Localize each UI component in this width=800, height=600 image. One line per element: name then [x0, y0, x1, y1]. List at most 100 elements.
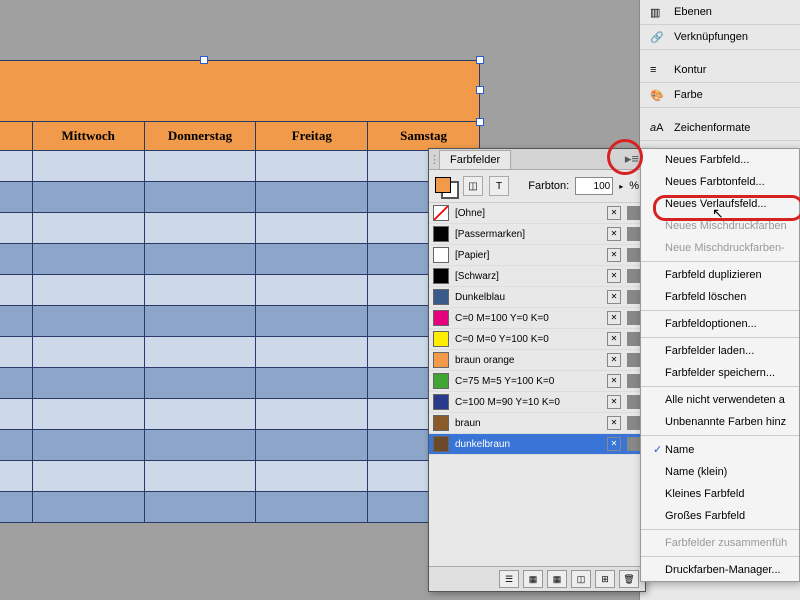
table-cell[interactable] — [145, 399, 257, 429]
table-cell[interactable] — [0, 306, 33, 336]
table-row[interactable] — [0, 182, 480, 213]
view-small-button[interactable]: ▦ — [523, 570, 543, 588]
table-cell[interactable] — [256, 337, 368, 367]
view-large-button[interactable]: ▦ — [547, 570, 567, 588]
container-format-button[interactable]: ◫ — [463, 176, 483, 196]
table-row[interactable] — [0, 492, 480, 523]
table-row[interactable] — [0, 461, 480, 492]
table-cell[interactable] — [33, 368, 145, 398]
table-cell[interactable] — [256, 275, 368, 305]
menu-item[interactable]: Farbfelder laden... — [641, 340, 799, 362]
table-cell[interactable] — [145, 182, 257, 212]
new-swatch-button[interactable]: ◫ — [571, 570, 591, 588]
table-cell[interactable] — [0, 492, 33, 522]
swatch-row[interactable]: braun✕ — [429, 413, 645, 434]
table-cell[interactable] — [145, 275, 257, 305]
table-cell[interactable] — [33, 399, 145, 429]
table-row[interactable] — [0, 306, 480, 337]
table-cell[interactable] — [0, 461, 33, 491]
swatch-row[interactable]: C=0 M=100 Y=0 K=0✕ — [429, 308, 645, 329]
panel-title[interactable]: Farbfelder — [439, 150, 511, 169]
panel-grip-icon[interactable]: ⋮ — [429, 153, 437, 166]
table-row[interactable] — [0, 430, 480, 461]
tint-input[interactable] — [575, 177, 613, 195]
table-cell[interactable] — [256, 213, 368, 243]
menu-item[interactable]: ✓Name — [641, 438, 799, 461]
table-row[interactable] — [0, 337, 480, 368]
calendar-table[interactable]: ag Mittwoch Donnerstag Freitag Samstag — [0, 60, 480, 523]
dock-item-links[interactable]: 🔗Verknüpfungen — [640, 25, 800, 50]
table-cell[interactable] — [33, 430, 145, 460]
table-cell[interactable] — [0, 430, 33, 460]
tint-stepper-icon[interactable]: ▸ — [619, 182, 623, 191]
view-list-button[interactable]: ☰ — [499, 570, 519, 588]
table-cell[interactable] — [0, 368, 33, 398]
table-row[interactable] — [0, 213, 480, 244]
menu-item[interactable]: Farbfeld löschen — [641, 286, 799, 308]
swatch-row[interactable]: C=75 M=5 Y=100 K=0✕ — [429, 371, 645, 392]
swatch-row[interactable]: braun orange✕ — [429, 350, 645, 371]
swatch-row[interactable]: [Schwarz]✕ — [429, 266, 645, 287]
table-cell[interactable] — [33, 275, 145, 305]
menu-item[interactable]: Druckfarben-Manager... — [641, 559, 799, 581]
table-cell[interactable] — [145, 151, 257, 181]
table-cell[interactable] — [256, 244, 368, 274]
table-cell[interactable] — [256, 430, 368, 460]
table-row[interactable] — [0, 368, 480, 399]
menu-item[interactable]: Farbfeldoptionen... — [641, 313, 799, 335]
table-cell[interactable] — [0, 182, 33, 212]
table-cell[interactable] — [33, 337, 145, 367]
selection-handle[interactable] — [476, 56, 484, 64]
menu-item[interactable]: Alle nicht verwendeten a — [641, 389, 799, 411]
table-cell[interactable] — [256, 368, 368, 398]
dock-item-kontur[interactable]: ≡Kontur — [640, 58, 800, 83]
swatch-row[interactable]: dunkelbraun✕ — [429, 434, 645, 455]
table-cell[interactable] — [145, 306, 257, 336]
table-cell[interactable] — [0, 213, 33, 243]
menu-item[interactable]: Farbfeld duplizieren — [641, 264, 799, 286]
fill-stroke-selector[interactable] — [435, 177, 457, 195]
table-cell[interactable] — [145, 461, 257, 491]
table-row[interactable] — [0, 244, 480, 275]
table-cell[interactable] — [145, 213, 257, 243]
table-cell[interactable] — [256, 461, 368, 491]
menu-item[interactable]: Name (klein) — [641, 461, 799, 483]
table-row[interactable] — [0, 399, 480, 430]
table-cell[interactable] — [33, 244, 145, 274]
swatch-row[interactable]: Dunkelblau✕ — [429, 287, 645, 308]
table-cell[interactable] — [145, 337, 257, 367]
table-cell[interactable] — [256, 399, 368, 429]
dock-item-ebenen[interactable]: ▥Ebenen — [640, 0, 800, 25]
table-cell[interactable] — [145, 244, 257, 274]
table-cell[interactable] — [256, 306, 368, 336]
menu-item[interactable]: Unbenannte Farben hinz — [641, 411, 799, 433]
swatch-row[interactable]: [Papier]✕ — [429, 245, 645, 266]
dock-item-farbe[interactable]: 🎨Farbe — [640, 83, 800, 108]
table-cell[interactable] — [145, 492, 257, 522]
table-cell[interactable] — [256, 151, 368, 181]
menu-item[interactable]: Farbfelder speichern... — [641, 362, 799, 384]
menu-item[interactable]: Neues Farbtonfeld... — [641, 171, 799, 193]
table-cell[interactable] — [256, 492, 368, 522]
table-cell[interactable] — [33, 182, 145, 212]
table-cell[interactable] — [0, 151, 33, 181]
swatch-row[interactable]: [Ohne]✕ — [429, 203, 645, 224]
selection-handle[interactable] — [200, 56, 208, 64]
table-cell[interactable] — [33, 213, 145, 243]
swatch-row[interactable]: C=0 M=0 Y=100 K=0✕ — [429, 329, 645, 350]
table-row[interactable] — [0, 275, 480, 306]
table-cell[interactable] — [145, 430, 257, 460]
table-cell[interactable] — [0, 244, 33, 274]
table-cell[interactable] — [0, 275, 33, 305]
dock-item-zeichen[interactable]: aAZeichenformate — [640, 116, 800, 141]
swatch-list[interactable]: [Ohne]✕[Passermarken]✕[Papier]✕[Schwarz]… — [429, 203, 645, 533]
table-cell[interactable] — [33, 306, 145, 336]
menu-item[interactable]: Neues Farbfeld... — [641, 149, 799, 171]
swatch-row[interactable]: C=100 M=90 Y=10 K=0✕ — [429, 392, 645, 413]
table-cell[interactable] — [145, 368, 257, 398]
table-row[interactable] — [0, 151, 480, 182]
table-cell[interactable] — [33, 461, 145, 491]
selection-handle[interactable] — [476, 118, 484, 126]
text-format-button[interactable]: T — [489, 176, 509, 196]
menu-item[interactable]: Großes Farbfeld — [641, 505, 799, 527]
